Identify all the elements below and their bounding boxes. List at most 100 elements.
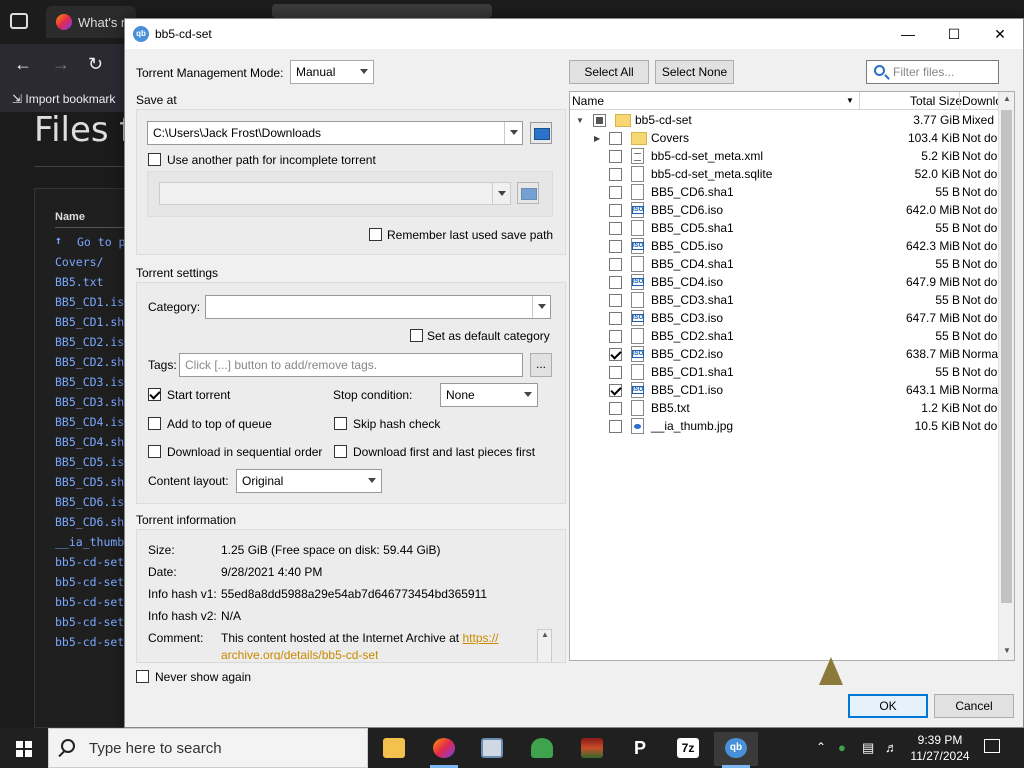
file-row[interactable]: ▶ Covers 103.4 KiB Not do [570, 129, 1000, 147]
stop-condition-select[interactable]: None [440, 383, 538, 407]
file-download-priority[interactable]: Not do [962, 365, 997, 379]
file-download-priority[interactable]: Not do [962, 401, 997, 415]
listing-item[interactable]: __ia_thumb [55, 535, 124, 549]
scroll-down-icon[interactable]: ▼ [1003, 646, 1011, 655]
file-row[interactable]: BB5_CD2.iso 638.7 MiBNorma [570, 345, 1000, 363]
file-checkbox[interactable] [593, 114, 606, 127]
volume-icon[interactable]: ♬ [885, 740, 898, 755]
file-download-priority[interactable]: Not do [962, 203, 997, 217]
comment-scrollbar[interactable]: ▲ [537, 629, 552, 663]
forward-icon[interactable]: → [52, 54, 70, 75]
category-select[interactable] [205, 295, 551, 319]
select-none-button[interactable]: Select None [655, 60, 734, 84]
file-row[interactable]: BB5.txt 1.2 KiB Not do [570, 399, 1000, 417]
filter-files-input[interactable]: Filter files... [866, 60, 999, 84]
browse-incomplete-folder-button[interactable] [517, 182, 539, 204]
listing-item[interactable]: BB5_CD3.is [55, 375, 124, 389]
remember-path-checkbox[interactable] [369, 228, 382, 241]
file-download-priority[interactable]: Not do [962, 293, 997, 307]
content-layout-select[interactable]: Original [236, 469, 382, 493]
file-download-priority[interactable]: Not do [962, 167, 997, 181]
file-checkbox[interactable] [609, 384, 622, 397]
file-row[interactable]: bb5-cd-set_meta.xml 5.2 KiB Not do [570, 147, 1000, 165]
save-path-input[interactable]: C:\Users\Jack Frost\Downloads [147, 121, 523, 145]
firefox-app[interactable] [422, 732, 466, 768]
taskbar-search[interactable]: Type here to search [48, 728, 368, 768]
col-download-header[interactable]: Downlo [962, 94, 1002, 108]
ok-button[interactable]: OK [848, 694, 928, 718]
7zip-app[interactable]: 7z [666, 732, 710, 766]
listing-item[interactable]: BB5_CD1.sh [55, 315, 124, 329]
expand-icon[interactable]: ▶ [594, 134, 600, 143]
file-checkbox[interactable] [609, 402, 622, 415]
file-row[interactable]: __ia_thumb.jpg 10.5 KiB Not do [570, 417, 1000, 435]
file-checkbox[interactable] [609, 312, 622, 325]
file-row[interactable]: BB5_CD3.sha1 55 B Not do [570, 291, 1000, 309]
file-download-priority[interactable]: Not do [962, 131, 997, 145]
tree-scrollbar[interactable]: ▲ ▼ [998, 92, 1014, 660]
file-checkbox[interactable] [609, 258, 622, 271]
scroll-thumb[interactable] [1001, 110, 1012, 603]
reload-icon[interactable]: ↻ [88, 54, 103, 75]
file-download-priority[interactable]: Not do [962, 329, 997, 343]
file-checkbox[interactable] [609, 366, 622, 379]
file-checkbox[interactable] [609, 330, 622, 343]
use-another-path-checkbox[interactable] [148, 153, 161, 166]
collapse-icon[interactable]: ▼ [576, 116, 584, 125]
browse-folder-button[interactable] [530, 122, 552, 144]
listing-item[interactable]: Covers/ [55, 255, 103, 269]
start-torrent-checkbox[interactable] [148, 388, 161, 401]
file-download-priority[interactable]: Not do [962, 275, 997, 289]
file-row[interactable]: BB5_CD4.iso 647.9 MiBNot do [570, 273, 1000, 291]
file-row[interactable]: BB5_CD4.sha1 55 B Not do [570, 255, 1000, 273]
file-checkbox[interactable] [609, 348, 622, 361]
file-download-priority[interactable]: Not do [962, 149, 997, 163]
file-checkbox[interactable] [609, 204, 622, 217]
file-row[interactable]: BB5_CD5.sha1 55 B Not do [570, 219, 1000, 237]
file-checkbox[interactable] [609, 168, 622, 181]
file-row[interactable]: BB5_CD1.iso 643.1 MiBNorma [570, 381, 1000, 399]
winrar-app[interactable] [570, 732, 614, 766]
file-download-priority[interactable]: Not do [962, 419, 997, 433]
listing-item[interactable]: BB5_CD4.is [55, 415, 124, 429]
listing-item[interactable]: bb5-cd-set [55, 635, 124, 649]
file-row[interactable]: BB5_CD3.iso 647.7 MiBNot do [570, 309, 1000, 327]
file-download-priority[interactable]: Not do [962, 257, 997, 271]
select-all-button[interactable]: Select All [569, 60, 649, 84]
col-size-header[interactable]: Total Size [910, 94, 962, 108]
minimize-button[interactable]: — [885, 19, 931, 49]
listing-item[interactable]: bb5-cd-set [55, 595, 124, 609]
file-checkbox[interactable] [609, 150, 622, 163]
tray-chevron-icon[interactable]: ⌃ [816, 740, 826, 754]
qbittorrent-app[interactable]: qb [714, 732, 758, 768]
file-explorer-app[interactable] [372, 732, 416, 766]
scroll-up-icon[interactable]: ▲ [541, 630, 549, 639]
file-row[interactable]: BB5_CD2.sha1 55 B Not do [570, 327, 1000, 345]
tab-list-icon[interactable] [10, 13, 28, 29]
file-checkbox[interactable] [609, 276, 622, 289]
sequential-checkbox[interactable] [148, 445, 161, 458]
listing-item[interactable]: bb5-cd-set [55, 555, 124, 569]
add-top-queue-checkbox[interactable] [148, 417, 161, 430]
window-app[interactable] [470, 732, 514, 766]
file-checkbox[interactable] [609, 132, 622, 145]
p-app[interactable]: P [618, 732, 662, 766]
listing-item[interactable]: BB5_CD6.is [55, 495, 124, 509]
listing-item[interactable]: bb5-cd-set [55, 615, 124, 629]
tags-input[interactable]: Click [...] button to add/remove tags. [179, 353, 523, 377]
file-checkbox[interactable] [609, 420, 622, 433]
system-clock[interactable]: 9:39 PM 11/27/2024 [908, 732, 972, 764]
back-icon[interactable]: ← [14, 54, 32, 75]
browser-tab-2[interactable] [272, 4, 492, 18]
listing-item[interactable]: BB5_CD6.sh [55, 515, 124, 529]
import-bookmarks-link[interactable]: Import bookmark [25, 92, 115, 106]
first-last-checkbox[interactable] [334, 445, 347, 458]
default-category-checkbox[interactable] [410, 329, 423, 342]
comment-link[interactable]: https:// [462, 631, 498, 645]
file-checkbox[interactable] [609, 222, 622, 235]
file-checkbox[interactable] [609, 186, 622, 199]
listing-item[interactable]: BB5_CD5.sh [55, 475, 124, 489]
file-checkbox[interactable] [609, 240, 622, 253]
browser-tab[interactable]: What's n [46, 6, 136, 38]
listing-item[interactable]: BB5.txt [55, 275, 103, 289]
